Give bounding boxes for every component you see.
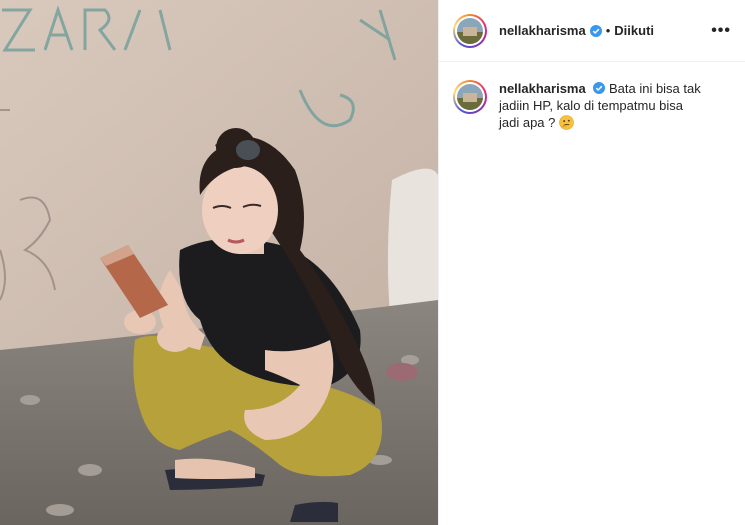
caption-text: nellakharisma Bata ini bisa tak jadiin H… [499, 80, 704, 131]
caption-verified-badge-icon [593, 82, 606, 94]
more-options-icon[interactable]: ••• [711, 22, 731, 40]
avatar-image [457, 17, 483, 44]
post-side-panel: nellakharisma • Diikuti ••• nellakharism… [438, 0, 745, 525]
username-link[interactable]: nellakharisma [499, 23, 586, 38]
caption-row: nellakharisma Bata ini bisa tak jadiin H… [439, 62, 745, 131]
separator-dot: • [605, 23, 611, 38]
instagram-post: nellakharisma • Diikuti ••• nellakharism… [0, 0, 745, 525]
caption-username-link[interactable]: nellakharisma [499, 81, 586, 96]
caption-avatar-image [457, 84, 483, 110]
verified-badge-icon [589, 24, 602, 37]
photo-illustration [0, 0, 438, 525]
following-button[interactable]: Diikuti [614, 23, 654, 38]
thinking-face-emoji-icon [559, 115, 574, 130]
caption-avatar[interactable] [453, 80, 487, 114]
post-header: nellakharisma • Diikuti ••• [439, 0, 745, 62]
avatar[interactable] [453, 13, 487, 48]
post-photo[interactable] [0, 0, 438, 525]
